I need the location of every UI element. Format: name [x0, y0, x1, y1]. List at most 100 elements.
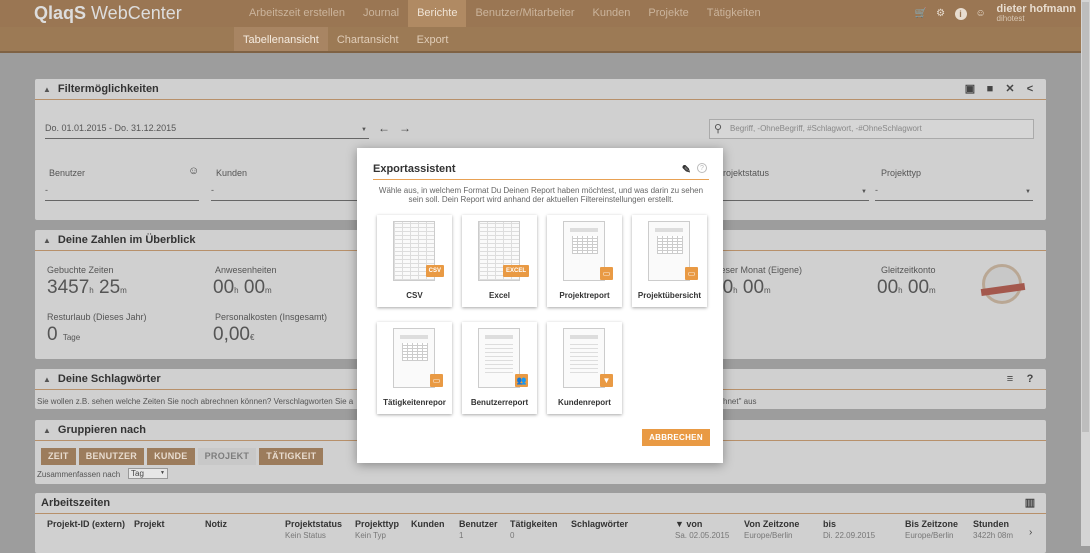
export-card-projektreport[interactable]: ▭ Projektreport [547, 215, 622, 307]
page-scrollbar[interactable] [1081, 0, 1090, 546]
group-benutzer-button[interactable]: BENUTZER [78, 448, 145, 465]
col-stunden[interactable]: Stunden [973, 519, 1009, 529]
help-icon[interactable]: ? [1024, 373, 1036, 385]
card-label: Projektreport [559, 291, 610, 300]
export-card-excel[interactable]: EXCEL Excel [462, 215, 537, 307]
gleitzeit-label: Gleitzeitkonto [881, 265, 936, 275]
archive-icon[interactable]: ▣ [964, 83, 976, 95]
nav-arbeitszeit-erstellen[interactable]: Arbeitszeit erstellen [240, 0, 354, 27]
folder-icon: ▭ [600, 267, 613, 280]
gebuchte-label: Gebuchte Zeiten [47, 265, 114, 275]
cell-benutzer: 1 [459, 531, 464, 540]
excel-badge-icon: EXCEL [502, 265, 529, 277]
card-label: Kundenreport [558, 398, 611, 407]
report-doc-icon [648, 221, 690, 281]
caret-down-icon: ▼ [361, 127, 367, 133]
chevron-right-icon[interactable]: › [1029, 527, 1032, 538]
projekttyp-select[interactable]: - ▼ [875, 185, 1033, 201]
arbeitszeiten-header[interactable]: Arbeitszeiten ▥ [35, 493, 1046, 514]
tab-export[interactable]: Export [408, 27, 458, 51]
main-nav: Arbeitszeit erstellen Journal Berichte B… [240, 0, 770, 27]
pencil-icon[interactable]: ✎ [682, 163, 691, 176]
export-card-kundenreport[interactable]: ▼ Kundenreport [547, 322, 622, 414]
col-projekttyp[interactable]: Projekttyp [355, 519, 399, 529]
user-face-icon[interactable]: ☺ [975, 8, 987, 20]
col-schlagwoerter[interactable]: Schlagwörter [571, 519, 628, 529]
export-card-benutzerreport[interactable]: 👥 Benutzerreport [462, 322, 537, 414]
nav-benutzer[interactable]: Benutzer/Mitarbeiter [466, 0, 583, 27]
card-label: CSV [406, 291, 423, 300]
group-zeit-button[interactable]: ZEIT [41, 448, 76, 465]
chevron-up-icon[interactable]: ▲ [43, 426, 51, 435]
nav-taetigkeiten[interactable]: Tätigkeiten [698, 0, 770, 27]
col-projekt[interactable]: Projekt [134, 519, 165, 529]
benutzer-label: Benutzer [49, 168, 86, 178]
filter-header[interactable]: ▲ Filtermöglichkeiten ▣ ■ ✕ < [35, 79, 1046, 100]
folder-icon: ▭ [430, 374, 443, 387]
tab-chartansicht[interactable]: Chartansicht [328, 27, 408, 51]
anwesenheit-value: 00h 00m [213, 277, 272, 298]
date-range-select[interactable]: Do. 01.01.2015 - Do. 31.12.2015 ▼ [45, 123, 369, 139]
user-face-icon[interactable]: ☺ [188, 165, 199, 177]
zusammenfassen-select[interactable]: Tag ▼ [128, 468, 168, 479]
col-bis-zeitzone[interactable]: Bis Zeitzone [905, 519, 958, 529]
benutzer-select[interactable]: - [45, 185, 199, 201]
projektstatus-label: Projektstatus [717, 168, 770, 178]
nav-journal[interactable]: Journal [354, 0, 408, 27]
col-notiz[interactable]: Notiz [205, 519, 227, 529]
gear-icon[interactable]: ⚙ [935, 8, 947, 20]
cell-bis: Di. 22.09.2015 [823, 531, 876, 540]
app-logo[interactable]: QlaqS WebCenter [0, 3, 240, 24]
cell-taetigkeiten: 0 [510, 531, 515, 540]
export-card-csv[interactable]: CSV CSV [377, 215, 452, 307]
report-doc-icon [563, 328, 605, 388]
cancel-button[interactable]: ABBRECHEN [642, 429, 710, 446]
tab-tabellenansicht[interactable]: Tabellenansicht [234, 27, 328, 51]
projekttyp-label: Projekttyp [881, 168, 922, 178]
chevron-up-icon[interactable]: ▲ [43, 236, 51, 245]
close-icon[interactable]: ✕ [1004, 83, 1016, 95]
columns-icon[interactable]: ▥ [1024, 497, 1036, 509]
top-bar: QlaqS WebCenter Arbeitszeit erstellen Jo… [0, 0, 1090, 27]
cell-stunden: 3422h 08m [973, 531, 1014, 540]
chevron-up-icon[interactable]: ▲ [43, 85, 51, 94]
nav-kunden[interactable]: Kunden [583, 0, 639, 27]
resturlaub-value: 0 Tage [47, 324, 81, 345]
group-projekt-button[interactable]: PROJEKT [197, 448, 257, 465]
help-icon[interactable]: ? [697, 163, 707, 173]
projektstatus-select[interactable]: ▼ [711, 185, 869, 201]
col-von[interactable]: ▼ von [675, 519, 702, 529]
col-taetigkeiten[interactable]: Tätigkeiten [510, 519, 558, 529]
scrollbar-thumb[interactable] [1082, 2, 1089, 432]
cell-typ: Kein Typ [355, 531, 386, 540]
export-assistant-modal: Exportassistent ✎ ? Wähle aus, in welche… [357, 148, 723, 463]
col-bis[interactable]: bis [823, 519, 836, 529]
arrow-left-icon[interactable]: ← [378, 121, 390, 135]
share-icon[interactable]: < [1024, 83, 1036, 95]
arrow-right-icon[interactable]: → [399, 121, 411, 135]
cart-icon[interactable]: 🛒 [915, 8, 927, 20]
kunden-select[interactable]: - [211, 185, 371, 201]
group-taetigkeit-button[interactable]: TÄTIGKEIT [259, 448, 324, 465]
col-benutzer[interactable]: Benutzer [459, 519, 498, 529]
save-icon[interactable]: ■ [984, 83, 996, 95]
sort-icon[interactable]: ≡ [1004, 373, 1016, 385]
group-kunde-button[interactable]: KUNDE [147, 448, 195, 465]
col-projekt-id[interactable]: Projekt-ID (extern) [47, 519, 125, 529]
schlagwoerter-hint-end: chnet" aus [719, 397, 757, 406]
chevron-up-icon[interactable]: ▲ [43, 375, 51, 384]
schlagwoerter-hint: Sie wollen z.B. sehen welche Zeiten Sie … [37, 397, 354, 406]
col-projektstatus[interactable]: Projektstatus [285, 519, 342, 529]
export-card-projektuebersicht[interactable]: ▭ Projektübersicht [632, 215, 707, 307]
nav-projekte[interactable]: Projekte [639, 0, 697, 27]
report-doc-icon [478, 328, 520, 388]
search-input[interactable]: ⚲ Begriff, -OhneBegriff, #Schlagwort, -#… [709, 119, 1034, 139]
card-label: Excel [489, 291, 510, 300]
users-icon: 👥 [515, 374, 528, 387]
user-menu[interactable]: dieter hofmann dihotest [997, 3, 1076, 24]
nav-berichte[interactable]: Berichte [408, 0, 467, 27]
col-von-zeitzone[interactable]: Von Zeitzone [744, 519, 799, 529]
info-icon[interactable]: i [954, 7, 967, 20]
export-card-taetigkeitenreport[interactable]: ▭ Tätigkeitenrepor [377, 322, 452, 414]
col-kunden[interactable]: Kunden [411, 519, 445, 529]
